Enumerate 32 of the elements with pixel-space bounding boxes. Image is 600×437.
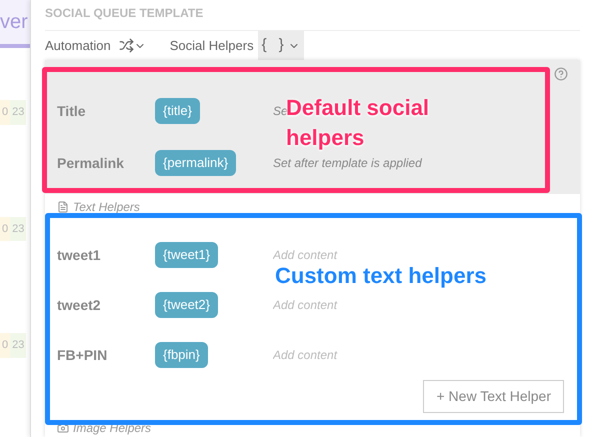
tag-badge: {title} <box>155 98 200 124</box>
helper-name: tweet2 <box>57 296 102 314</box>
calendar-cell: 23 <box>10 216 26 241</box>
camera-icon <box>57 422 69 434</box>
helper-content: Set after template is applied <box>273 155 422 172</box>
toolbar-dropdown[interactable]: Automation <box>45 35 150 56</box>
helper-name: Permalink <box>57 154 125 172</box>
tag-badge: {tweet1} <box>155 242 218 268</box>
calendar-cell: 0 <box>0 100 10 124</box>
shuffle-icon <box>118 38 134 53</box>
calendar-cell: 0 <box>0 216 10 241</box>
toolbar-dropdown[interactable]: Social Helpers { } <box>170 31 304 60</box>
calendar-cell: 23 <box>10 100 26 124</box>
document-icon <box>57 201 69 213</box>
annotation-label: Default social helpers <box>286 94 430 152</box>
helper-name: FB+PIN <box>57 346 108 364</box>
panel-title: SOCIAL QUEUE TEMPLATE <box>45 0 580 31</box>
calendar-cell: 23 <box>10 333 26 358</box>
help-icon <box>554 67 568 81</box>
helper-name: Title <box>57 102 87 120</box>
helper-name: tweet1 <box>57 246 102 264</box>
tag-badge: {fbpin} <box>155 342 208 368</box>
braces-icon: { } <box>262 34 288 57</box>
annotation-label: Custom text helpers <box>275 262 486 290</box>
section-label: Image Helpers <box>73 420 152 437</box>
tag-badge: {tweet2} <box>155 292 218 318</box>
section-label: Text Helpers <box>73 199 140 216</box>
calendar-cell: 0 <box>0 333 10 358</box>
new-text-helper-button[interactable]: + New Text Helper <box>423 380 564 413</box>
helper-content: Se <box>273 104 288 120</box>
page-title: ver <box>0 10 28 35</box>
tag-badge: {permalink} <box>155 150 236 176</box>
